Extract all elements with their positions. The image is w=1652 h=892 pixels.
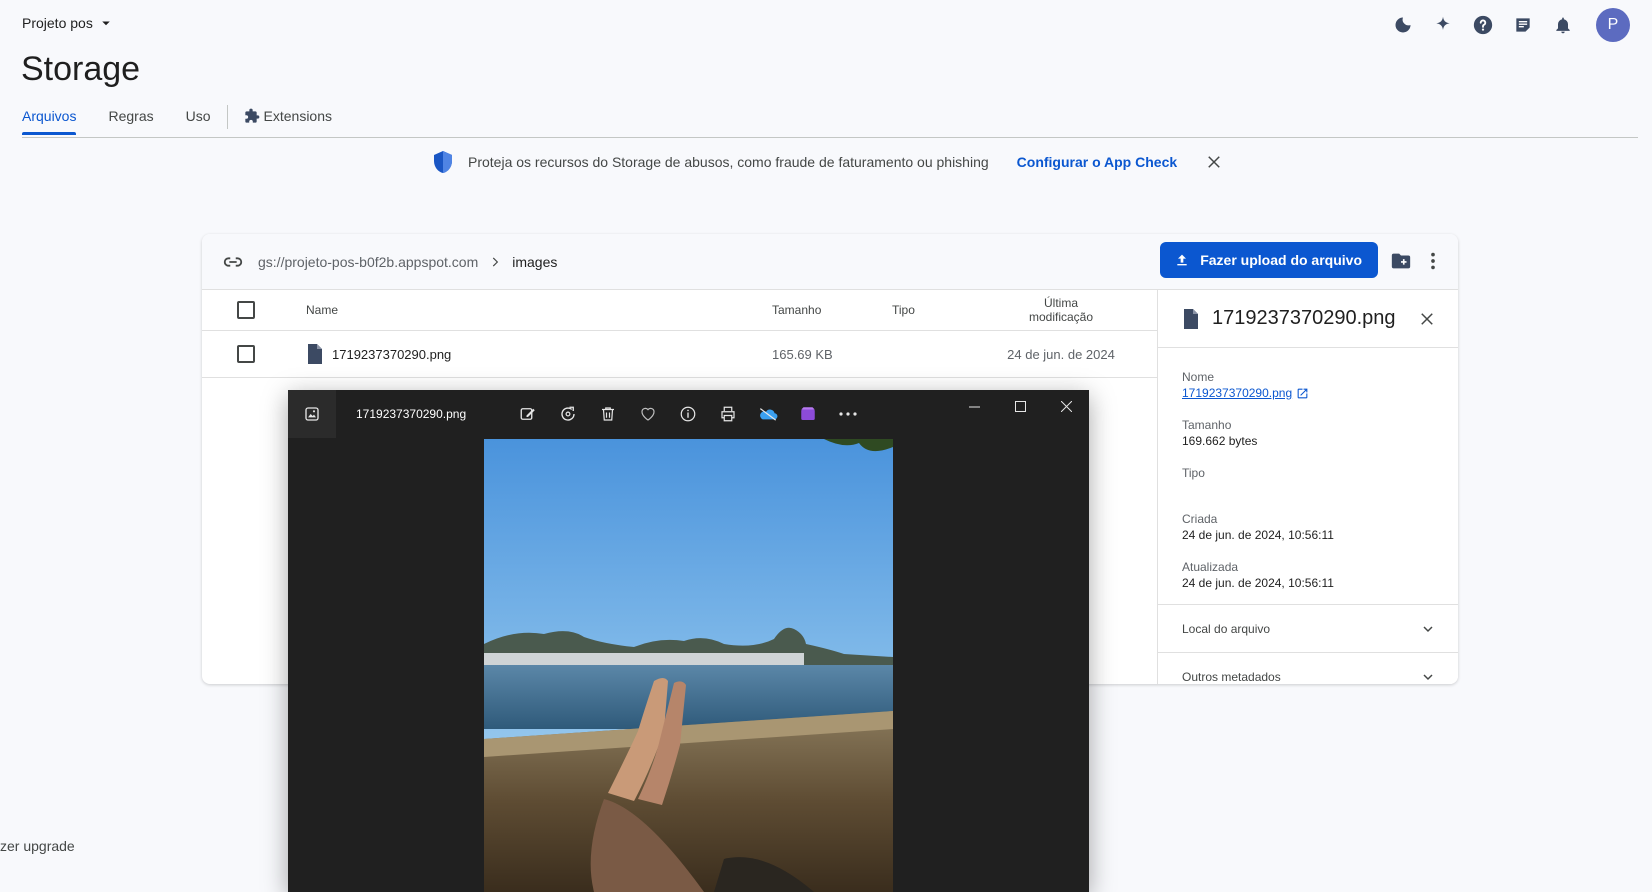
column-modified-line1: Última [1043, 296, 1078, 310]
name-value: 1719237370290.png [1182, 386, 1293, 400]
column-size[interactable]: Tamanho [772, 303, 821, 317]
details-title: 1719237370290.png [1212, 307, 1396, 329]
beach-photo [484, 439, 893, 892]
bell-icon[interactable] [1552, 14, 1574, 36]
rotate-icon[interactable] [558, 404, 578, 424]
file-name[interactable]: 1719237370290.png [332, 347, 451, 362]
project-name: Projeto pos [22, 15, 93, 31]
open-external-icon [1296, 387, 1309, 400]
configure-app-check-link[interactable]: Configurar o App Check [1017, 154, 1178, 170]
file-table: Name Tamanho Tipo Última modificação 171… [202, 290, 1157, 378]
file-download-link[interactable]: 1719237370290.png [1182, 386, 1434, 400]
avatar[interactable]: P [1596, 8, 1630, 42]
notes-icon[interactable] [1512, 14, 1534, 36]
clipchamp-icon[interactable] [798, 404, 818, 424]
updated-label: Atualizada [1182, 560, 1239, 574]
bucket-path[interactable]: gs://projeto-pos-b0f2b.appspot.com [258, 254, 478, 270]
tab-arquivos[interactable]: Arquivos [22, 108, 77, 135]
section-label: Local do arquivo [1182, 621, 1271, 636]
maximize-icon[interactable] [997, 390, 1043, 422]
photo-viewer-window: 1719237370290.png [288, 390, 1089, 892]
gallery-icon[interactable] [288, 390, 336, 438]
table-header: Name Tamanho Tipo Última modificação [202, 290, 1157, 331]
edit-image-icon[interactable] [518, 404, 538, 424]
more-icon[interactable] [838, 404, 858, 424]
upload-file-button[interactable]: Fazer upload do arquivo [1160, 242, 1378, 278]
help-icon[interactable] [1472, 14, 1494, 36]
file-modified: 24 de jun. de 2024 [1007, 346, 1115, 362]
minimize-icon[interactable] [951, 390, 997, 422]
upload-label: Fazer upload do arquivo [1200, 252, 1362, 268]
extensions-icon [244, 108, 260, 124]
file-details-panel: 1719237370290.png Nome 1719237370290.png… [1157, 290, 1458, 684]
tab-label: Uso [185, 108, 211, 124]
column-type[interactable]: Tipo [892, 303, 915, 317]
header-actions: P [1392, 8, 1630, 42]
chevron-down-icon [1420, 669, 1436, 685]
banner-text: Proteja os recursos do Storage de abusos… [468, 154, 989, 170]
viewer-file-name: 1719237370290.png [356, 407, 467, 421]
delete-icon[interactable] [598, 404, 618, 424]
current-folder[interactable]: images [512, 254, 557, 270]
tab-uso[interactable]: Uso [186, 108, 211, 134]
tab-label: Extensions [263, 108, 332, 124]
type-value [1182, 482, 1434, 494]
new-folder-icon[interactable] [1390, 250, 1412, 272]
chevron-down-icon [1420, 621, 1436, 637]
other-metadata-section[interactable]: Outros metadados [1158, 652, 1458, 684]
tab-bar: Arquivos Regras Uso Extensions [22, 105, 1638, 138]
file-size: 165.69 KB [772, 346, 833, 362]
tab-label: Arquivos [22, 108, 77, 124]
close-icon[interactable] [1205, 153, 1223, 171]
link-icon[interactable] [222, 251, 244, 273]
upload-icon [1174, 252, 1190, 268]
favorite-icon[interactable] [638, 404, 658, 424]
file-location-section[interactable]: Local do arquivo [1158, 604, 1458, 652]
info-icon[interactable] [678, 404, 698, 424]
details-body: Nome 1719237370290.png Tamanho 169.662 b… [1158, 348, 1458, 590]
shield-icon [432, 150, 454, 174]
column-modified-line2: modificação [1028, 310, 1094, 324]
path-bar: gs://projeto-pos-b0f2b.appspot.com image… [202, 234, 1458, 290]
column-modified[interactable]: Última modificação [992, 296, 1130, 324]
name-label: Nome [1182, 370, 1215, 384]
print-icon[interactable] [718, 404, 738, 424]
viewer-tools [518, 390, 858, 438]
project-selector[interactable]: Projeto pos [22, 14, 115, 32]
details-header: 1719237370290.png [1158, 290, 1458, 348]
close-icon[interactable] [1418, 310, 1436, 328]
more-vert-icon[interactable] [1422, 250, 1444, 272]
table-row[interactable]: 1719237370290.png 165.69 KB 24 de jun. d… [202, 331, 1157, 378]
page-title: Storage [21, 50, 141, 88]
created-label: Criada [1182, 512, 1218, 526]
file-name-cell: 1719237370290.png [306, 344, 451, 364]
tab-regras[interactable]: Regras [108, 108, 153, 134]
size-label: Tamanho [1182, 418, 1232, 432]
viewer-toolbar: 1719237370290.png [288, 390, 1089, 438]
updated-value: 24 de jun. de 2024, 10:56:11 [1182, 576, 1334, 590]
row-checkbox[interactable] [237, 345, 255, 363]
size-value: 169.662 bytes [1182, 434, 1258, 448]
section-label: Outros metadados [1182, 669, 1281, 684]
caret-down-icon [97, 14, 115, 32]
tab-divider [226, 105, 228, 129]
chevron-right-icon [488, 255, 502, 269]
onedrive-icon[interactable] [758, 404, 778, 424]
upgrade-link[interactable]: zer upgrade [0, 838, 75, 854]
sparkle-icon[interactable] [1432, 14, 1454, 36]
file-icon [1182, 308, 1200, 329]
tab-extensions[interactable]: Extensions [244, 108, 332, 134]
close-icon[interactable] [1043, 390, 1089, 422]
file-icon [306, 344, 324, 364]
app-check-banner: Proteja os recursos do Storage de abusos… [432, 150, 1223, 174]
created-value: 24 de jun. de 2024, 10:56:11 [1182, 528, 1334, 542]
window-controls [951, 390, 1089, 422]
moon-icon[interactable] [1392, 14, 1414, 36]
type-label: Tipo [1182, 466, 1205, 480]
tab-label: Regras [108, 108, 154, 124]
select-all-checkbox[interactable] [237, 301, 255, 319]
column-name[interactable]: Name [306, 303, 338, 317]
